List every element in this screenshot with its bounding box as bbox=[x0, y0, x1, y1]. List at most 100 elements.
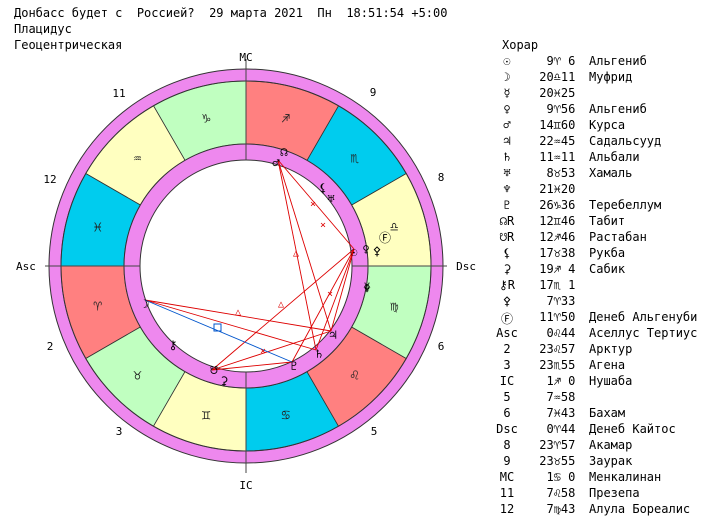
house-number-8: 8 bbox=[438, 171, 445, 184]
capricorn-icon: ♑ bbox=[202, 111, 211, 127]
mars-icon: ♂ bbox=[272, 156, 279, 170]
mercury-icon: ☿ bbox=[503, 86, 511, 100]
axis-label-dsc: Dsc bbox=[456, 260, 476, 273]
house-cusp-label: 3 bbox=[503, 358, 511, 372]
position-value: 17♏ 1 bbox=[532, 278, 576, 292]
house-cusp-label: 11 bbox=[499, 486, 515, 500]
selena-icon: ⚳ bbox=[220, 374, 229, 388]
venus-icon: ♀ bbox=[503, 102, 511, 116]
libra-icon: ♎ bbox=[390, 219, 398, 235]
fixed-star-name: Табит bbox=[589, 214, 626, 228]
aspect-marker: × bbox=[310, 199, 316, 210]
neptune-icon: ♆ bbox=[363, 282, 370, 296]
lilith-icon: ⚸ bbox=[319, 181, 328, 195]
saturn-icon: ♄ bbox=[315, 347, 322, 361]
house-cusp-label: Asc bbox=[496, 326, 518, 340]
jupiter-icon: ♃ bbox=[329, 328, 336, 342]
fixed-star-name: Курса bbox=[589, 118, 626, 132]
leo-icon: ♌ bbox=[350, 368, 359, 384]
house-cusp-label: 9 bbox=[503, 454, 511, 468]
fixed-star-name: Менкалинан bbox=[589, 470, 662, 484]
gemini-icon: ♊ bbox=[202, 407, 211, 423]
south-node-icon: ☋ bbox=[210, 363, 218, 377]
uranus-icon: ♅ bbox=[327, 192, 334, 206]
fortune-icon: Ⓕ bbox=[500, 312, 513, 326]
aspect-marker: × bbox=[320, 220, 326, 231]
south-node-icon: ☋R bbox=[499, 230, 515, 244]
house-number-5: 5 bbox=[371, 425, 378, 438]
proserpina-icon: ⚴ bbox=[502, 294, 512, 308]
aspect-marker: △ bbox=[293, 248, 299, 259]
house-cusp-label: Dsc bbox=[496, 422, 518, 436]
pluto-icon: ♇ bbox=[290, 359, 297, 373]
chiron-icon: ⚷R bbox=[498, 278, 515, 292]
fixed-star-name: Алула Бореалис bbox=[589, 502, 691, 516]
fixed-star-name: Хамаль bbox=[589, 166, 633, 180]
house-number-9: 9 bbox=[370, 86, 377, 99]
aquarius-icon: ♒ bbox=[133, 150, 141, 166]
fixed-star-name: Арктур bbox=[589, 342, 633, 356]
fixed-star-name: Заурак bbox=[589, 454, 633, 468]
house-cusp-label: MC bbox=[499, 470, 515, 484]
fortune-icon: Ⓕ bbox=[379, 231, 391, 245]
fixed-star-name: Аселлус Тертиус bbox=[589, 326, 698, 340]
house-number-11: 11 bbox=[112, 87, 125, 100]
chart-wheel: ♈♉♊ ♋♌♍♎♏♐♑♒♓ △△△×××× ☉☽☿♀♂♃♅♆♇☊☋⚸⚳⚷⚴Ⓕ♄ M… bbox=[16, 51, 476, 492]
aspect-marker: × bbox=[260, 346, 266, 357]
fixed-star-name: Альгениб bbox=[589, 54, 647, 68]
axis-label-ic: IC bbox=[239, 479, 252, 492]
fixed-star-name: Нушаба bbox=[589, 374, 633, 388]
fixed-star-name: Муфрид bbox=[589, 70, 633, 84]
venus-icon: ♀ bbox=[362, 242, 369, 256]
fixed-star-name: Агена bbox=[589, 358, 626, 372]
cancer-icon: ♋ bbox=[282, 407, 290, 423]
sagittarius-icon: ♐ bbox=[282, 111, 290, 127]
jupiter-icon: ♃ bbox=[503, 134, 511, 148]
aspect-marker: △ bbox=[235, 307, 241, 318]
house-number-6: 6 bbox=[438, 340, 445, 353]
taurus-icon: ♉ bbox=[133, 368, 142, 384]
saturn-icon: ♄ bbox=[503, 150, 511, 164]
aries-icon: ♈ bbox=[94, 299, 103, 315]
pisces-icon: ♓ bbox=[94, 219, 102, 235]
fixed-star-name: Презепа bbox=[589, 486, 640, 500]
fixed-star-name: Сабик bbox=[589, 262, 626, 276]
house-number-2: 2 bbox=[47, 340, 54, 353]
selena-icon: ⚳ bbox=[502, 262, 512, 276]
pluto-icon: ♇ bbox=[503, 198, 511, 212]
fixed-star-name: Садальсууд bbox=[589, 134, 662, 148]
position-value: 7♒58 bbox=[532, 390, 576, 404]
north-node-icon: ☊R bbox=[499, 214, 515, 228]
house-cusp-label: 6 bbox=[503, 406, 511, 420]
table-title: Хорар bbox=[502, 38, 539, 52]
position-value: 21♓20 bbox=[532, 182, 576, 196]
fixed-star-name: Теребеллум bbox=[589, 198, 662, 212]
axis-label-mc: MC bbox=[239, 51, 252, 64]
fixed-star-name: Акамар bbox=[589, 438, 633, 452]
scorpio-icon: ♏ bbox=[350, 150, 359, 166]
neptune-icon: ♆ bbox=[503, 182, 511, 196]
uranus-icon: ♅ bbox=[503, 166, 511, 180]
position-value: 7♈33 bbox=[532, 294, 576, 308]
fixed-star-name: Растабан bbox=[589, 230, 647, 244]
aspect-marker: △ bbox=[278, 299, 284, 310]
aspect-marker: × bbox=[327, 289, 333, 300]
fixed-star-name: Альгениб bbox=[589, 102, 647, 116]
house-number-12: 12 bbox=[43, 173, 56, 186]
chiron-icon: ⚷ bbox=[169, 338, 178, 352]
axis-label-asc: Asc bbox=[16, 260, 36, 273]
sun-icon: ☉ bbox=[503, 54, 511, 68]
fixed-star-name: Альбали bbox=[589, 150, 640, 164]
house-cusp-label: IC bbox=[499, 374, 515, 388]
north-node-icon: ☊ bbox=[280, 145, 288, 159]
virgo-icon: ♍ bbox=[390, 299, 398, 315]
house-cusp-label: 8 bbox=[503, 438, 511, 452]
lilith-icon: ⚸ bbox=[502, 246, 512, 260]
sun-icon: ☉ bbox=[350, 245, 357, 259]
moon-icon: ☽ bbox=[503, 70, 511, 84]
moon-icon: ☽ bbox=[142, 297, 149, 311]
house-number-3: 3 bbox=[116, 425, 123, 438]
mars-icon: ♂ bbox=[503, 118, 511, 132]
fixed-star-name: Денеб Кайтос bbox=[589, 422, 676, 436]
house-cusp-label: 5 bbox=[503, 390, 511, 404]
